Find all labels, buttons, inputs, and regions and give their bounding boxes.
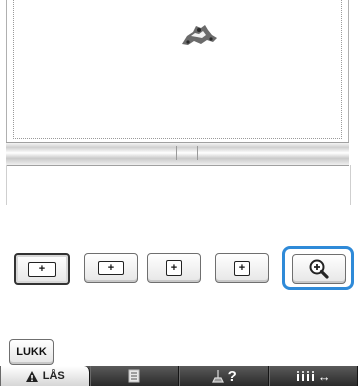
- hoop-rail: [6, 142, 349, 166]
- plus-box-icon: +: [234, 260, 250, 276]
- size-button-3[interactable]: +: [147, 253, 201, 283]
- zoom-button[interactable]: [292, 254, 346, 284]
- magnifier-plus-icon: [309, 259, 329, 279]
- hoop-lower-area: [6, 165, 351, 205]
- zoom-highlight: [282, 246, 354, 290]
- size-button-1[interactable]: +: [14, 253, 70, 285]
- size-symbol: +: [170, 261, 178, 274]
- thread-button[interactable]: ↔: [268, 366, 358, 386]
- size-button-2[interactable]: +: [84, 253, 138, 283]
- size-symbol: +: [238, 261, 246, 274]
- list-icon: [128, 369, 140, 383]
- plus-box-icon: +: [28, 261, 56, 277]
- list-button[interactable]: [89, 366, 179, 386]
- lock-button[interactable]: LÅS: [0, 366, 90, 386]
- bottom-toolbar: LÅS ? ↔: [0, 366, 358, 386]
- embroidery-preview-area: [6, 0, 349, 142]
- plus-box-icon: +: [98, 261, 124, 275]
- close-button[interactable]: LUKK: [9, 339, 54, 365]
- help-button[interactable]: ?: [179, 366, 269, 386]
- size-symbol: +: [107, 261, 115, 274]
- plus-box-icon: +: [166, 260, 182, 276]
- sewing-help-icon: [211, 370, 224, 383]
- help-symbol: ?: [227, 367, 237, 385]
- size-symbol: +: [38, 262, 46, 275]
- arrow-symbol: ↔: [317, 368, 331, 384]
- size-button-4[interactable]: +: [215, 253, 269, 283]
- thread-bars-icon: [296, 371, 314, 381]
- warning-icon: [25, 370, 38, 382]
- lock-label: LÅS: [42, 370, 65, 382]
- rail-notch: [176, 146, 198, 160]
- hoop-sewing-field: [13, 0, 342, 139]
- design-preview-icon: [182, 25, 217, 45]
